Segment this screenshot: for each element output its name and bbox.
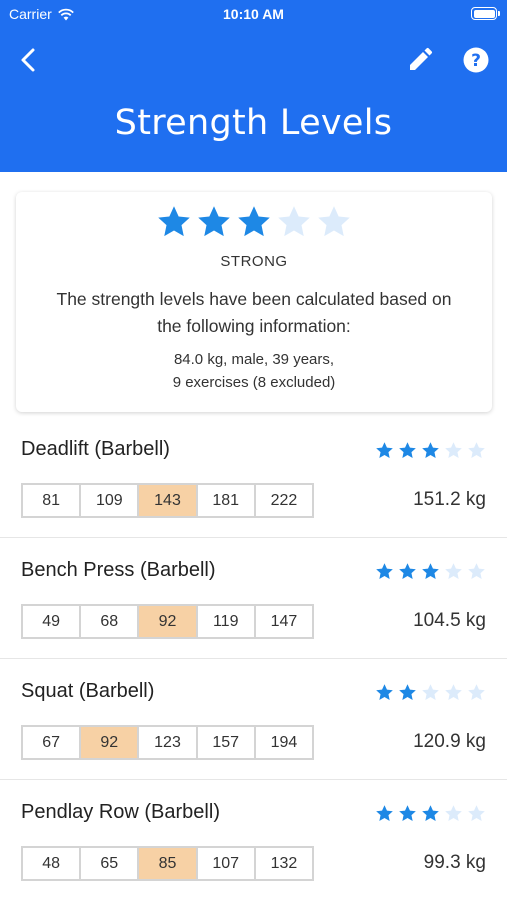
exercise-row-bench-press[interactable]: Bench Press (Barbell) 49 68 92 119 147 1…: [0, 538, 507, 659]
pencil-icon: [410, 48, 432, 70]
star-filled-icon: [376, 684, 393, 700]
level-cell: 109: [81, 485, 138, 516]
exercise-row-pendlay-row[interactable]: Pendlay Row (Barbell) 48 65 85 107 132 9…: [0, 780, 507, 900]
level-cell: 107: [197, 848, 254, 879]
star-empty-icon: [445, 805, 462, 821]
exercise-weight: 151.2 kg: [413, 489, 486, 510]
level-cell: 67: [23, 727, 80, 758]
level-cell: 65: [81, 848, 138, 879]
exercise-weight: 120.9 kg: [413, 731, 486, 752]
exercise-row-squat[interactable]: Squat (Barbell) 67 92 123 157 194 120.9 …: [0, 659, 507, 780]
exercise-star-rating: [375, 441, 486, 460]
level-cell: 81: [23, 485, 80, 516]
star-empty-icon: [445, 563, 462, 579]
level-cell-current: 143: [139, 485, 196, 516]
exercise-row-deadlift[interactable]: Deadlift (Barbell) 81 109 143 181 222 15…: [0, 417, 507, 538]
star-filled-icon: [158, 206, 190, 237]
level-cell: 123: [139, 727, 196, 758]
summary-details: 84.0 kg, male, 39 years, 9 exercises (8 …: [46, 348, 462, 394]
page-title: Strength Levels: [114, 103, 393, 143]
battery-icon: [471, 7, 500, 20]
summary-details-line2: 9 exercises (8 excluded): [172, 374, 336, 391]
help-button[interactable]: ?: [461, 45, 491, 75]
star-empty-icon: [318, 206, 350, 237]
help-circle-icon: ?: [463, 47, 489, 73]
exercise-name: Deadlift (Barbell): [21, 438, 170, 460]
star-filled-icon: [376, 563, 393, 579]
level-cell: 68: [81, 606, 138, 637]
status-time: 10:10 AM: [223, 6, 284, 22]
level-cell: 194: [255, 727, 313, 758]
level-cell-current: 92: [81, 727, 138, 758]
level-cell: 147: [255, 606, 313, 637]
level-cell: 132: [255, 848, 313, 879]
summary-card: STRONG The strength levels have been cal…: [16, 192, 492, 412]
edit-button[interactable]: [405, 45, 435, 75]
level-thresholds: 49 68 92 119 147: [21, 604, 314, 639]
summary-description: The strength levels have been calculated…: [56, 289, 452, 336]
star-filled-icon: [422, 563, 439, 579]
level-thresholds: 48 65 85 107 132: [21, 846, 314, 881]
star-filled-icon: [376, 442, 393, 458]
star-filled-icon: [399, 563, 416, 579]
chevron-left-icon: [21, 48, 35, 72]
star-empty-icon: [422, 684, 439, 700]
exercise-name: Pendlay Row (Barbell): [21, 801, 220, 823]
summary-star-rating: [16, 204, 492, 240]
level-thresholds: 67 92 123 157 194: [21, 725, 314, 760]
star-empty-icon: [468, 442, 485, 458]
level-cell: 48: [23, 848, 80, 879]
level-cell-current: 85: [139, 848, 196, 879]
star-filled-icon: [399, 442, 416, 458]
star-empty-icon: [445, 684, 462, 700]
level-cell: 181: [197, 485, 254, 516]
strength-level-label: STRONG: [220, 253, 288, 270]
star-filled-icon: [399, 684, 416, 700]
exercise-star-rating: [375, 683, 486, 702]
level-thresholds: 81 109 143 181 222: [21, 483, 314, 518]
star-empty-icon: [278, 206, 310, 237]
exercise-name: Bench Press (Barbell): [21, 559, 216, 581]
star-empty-icon: [468, 684, 485, 700]
back-button[interactable]: [14, 44, 44, 76]
level-cell: 157: [197, 727, 254, 758]
level-cell: 222: [255, 485, 313, 516]
star-filled-icon: [422, 805, 439, 821]
level-cell-current: 92: [139, 606, 196, 637]
star-empty-icon: [468, 805, 485, 821]
exercise-star-rating: [375, 562, 486, 581]
star-filled-icon: [422, 442, 439, 458]
summary-details-line1: 84.0 kg, male, 39 years,: [173, 351, 335, 368]
level-cell: 49: [23, 606, 80, 637]
exercise-weight: 104.5 kg: [413, 610, 486, 631]
svg-text:?: ?: [471, 51, 481, 71]
star-filled-icon: [198, 206, 230, 237]
star-empty-icon: [445, 442, 462, 458]
exercise-weight: 99.3 kg: [423, 852, 486, 873]
star-filled-icon: [399, 805, 416, 821]
star-filled-icon: [238, 206, 270, 237]
nav-bar: ?: [0, 40, 507, 80]
status-bar: Carrier 10:10 AM: [0, 0, 507, 30]
exercise-star-rating: [375, 804, 486, 823]
star-empty-icon: [468, 563, 485, 579]
exercise-name: Squat (Barbell): [21, 680, 155, 702]
header-bar: Carrier 10:10 AM ? Strength Levels: [0, 0, 507, 172]
level-cell: 119: [197, 606, 254, 637]
star-filled-icon: [376, 805, 393, 821]
